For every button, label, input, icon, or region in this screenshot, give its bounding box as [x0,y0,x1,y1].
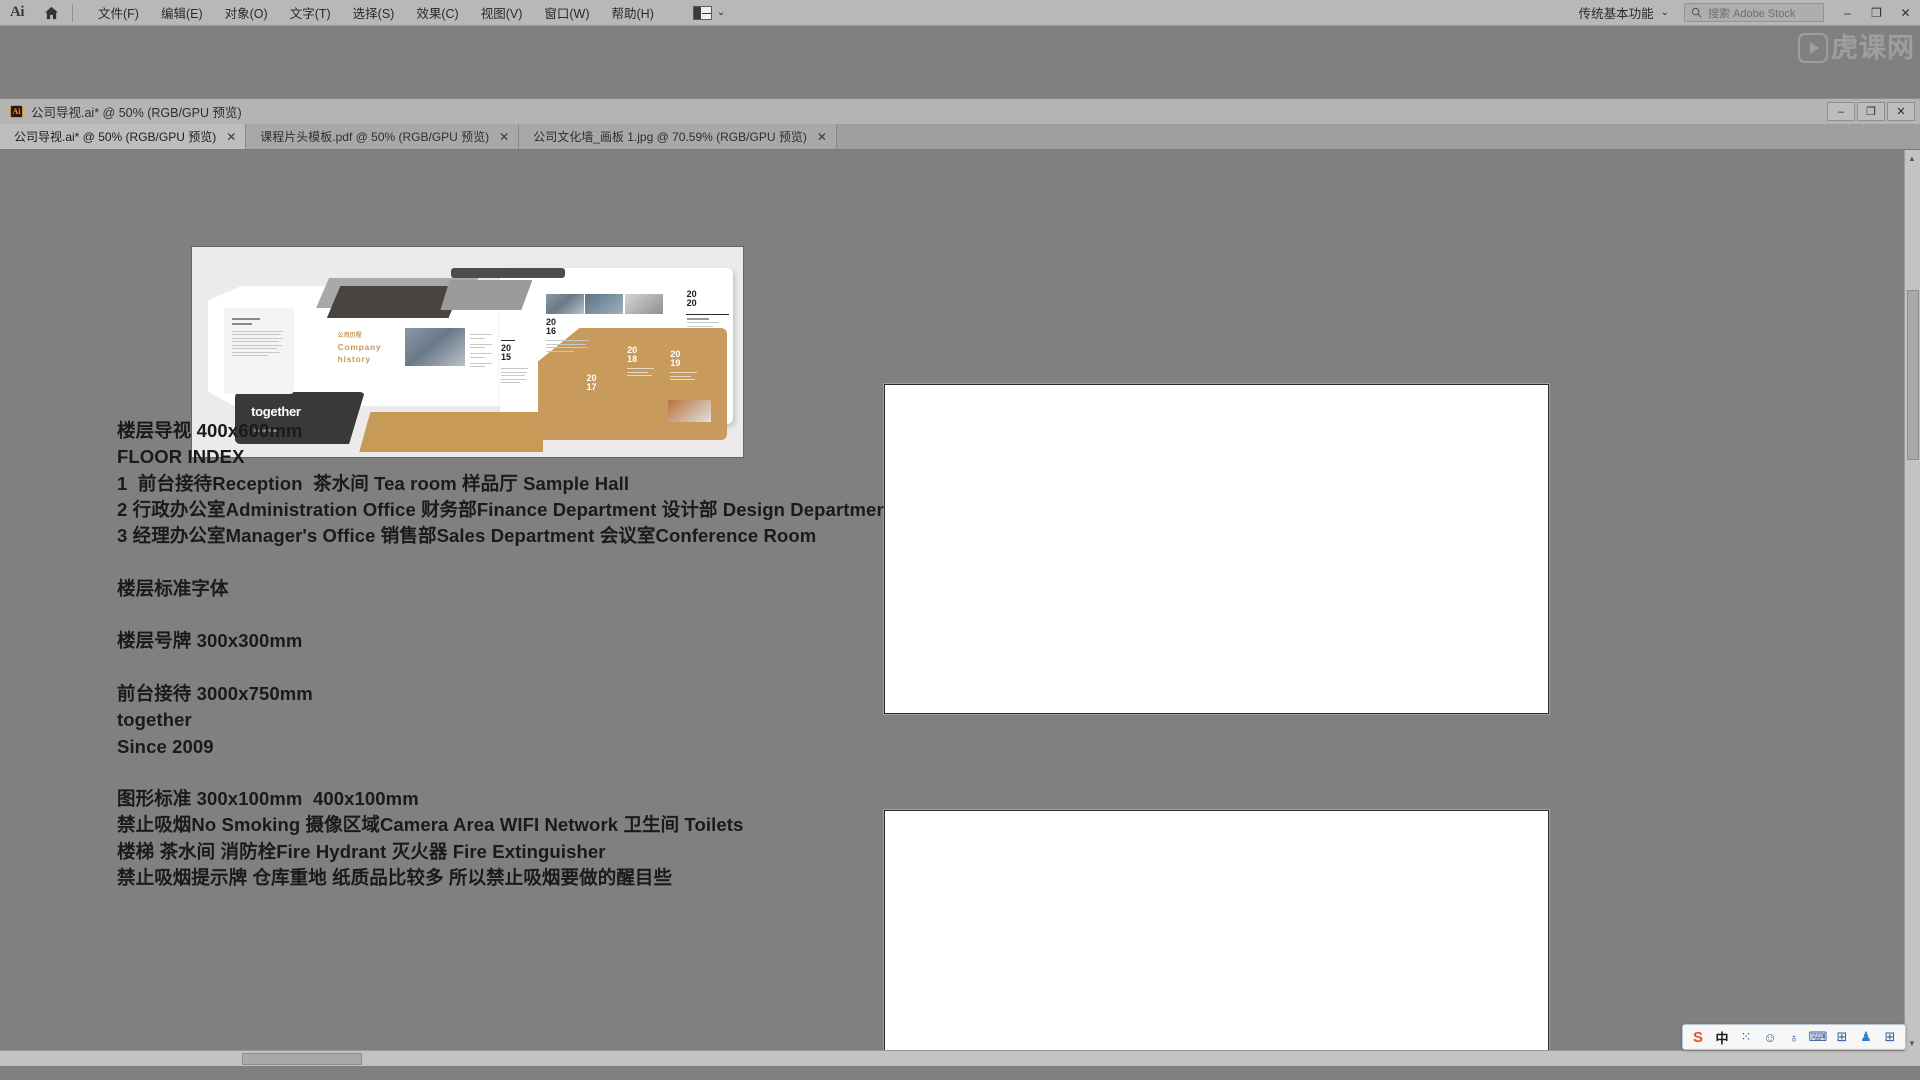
document-restore-button[interactable]: ❐ [1857,102,1885,121]
artboard-2[interactable] [884,810,1549,1066]
app-window-controls: – ❐ ✕ [1833,0,1920,25]
menubar-divider [72,3,73,22]
artwork-dark-band [326,286,463,318]
artboard-1[interactable] [884,384,1549,714]
arrange-documents-icon [692,5,712,20]
artwork-year-2016: 20 16 [545,317,556,336]
document-tab-kechengpiantou[interactable]: 课程片头模板.pdf @ 50% (RGB/GPU 预览) ✕ [246,124,520,149]
close-icon[interactable]: ✕ [817,130,827,144]
tab-label: 公司文化墙_画板 1.jpg @ 70.59% (RGB/GPU 预览) [533,130,807,144]
artwork-year-2017: 20 17 [586,373,597,392]
artwork-title-en-1: Company [337,341,382,352]
tab-label: 课程片头模板.pdf @ 50% (RGB/GPU 预览) [260,130,490,144]
menu-select[interactable]: 选择(S) [342,0,406,26]
vertical-scroll-thumb[interactable] [1907,290,1919,460]
workspace-switcher[interactable]: 传统基本功能 ⌄ [1571,3,1677,22]
scrollbar-corner [1904,1050,1920,1066]
artwork-2016-lines [545,340,590,354]
document-tab-gongsiwenhuaqiang[interactable]: 公司文化墙_画板 1.jpg @ 70.59% (RGB/GPU 预览) ✕ [519,124,837,149]
play-triangle-icon [1810,42,1819,54]
artwork-title-cn: 公司历程 [337,333,362,339]
artwork-dark-bar [451,268,565,278]
document-window-controls: – ❐ ✕ [1826,102,1920,121]
illustrator-logo: Ai [10,4,25,20]
watermark-text: 虎课网 [1831,32,1915,63]
artwork-year-2015: 20 15 [501,343,512,362]
menu-object[interactable]: 对象(O) [214,0,279,26]
arrange-documents-button[interactable]: ⌄ [687,4,731,22]
menu-window[interactable]: 窗口(W) [533,0,600,26]
horizontal-scrollbar[interactable] [0,1050,1904,1066]
menu-list: 文件(F) 编辑(E) 对象(O) 文字(T) 选择(S) 效果(C) 视图(V… [87,0,665,26]
skin-icon[interactable]: ♟ [1855,1026,1877,1048]
artwork-card-lines [232,318,284,359]
artwork-text-card [224,308,295,394]
soft-keyboard-icon[interactable]: ⌨ [1807,1026,1829,1048]
canvas-text-block[interactable]: 楼层导视 400x600mm FLOOR INDEX 1 前台接待Recepti… [117,418,894,891]
scroll-up-arrow-icon[interactable]: ▲ [1905,151,1919,165]
watermark: 虎课网 [1798,33,1915,63]
chevron-down-icon: ⌄ [1660,7,1669,18]
application-menubar: Ai 文件(F) 编辑(E) 对象(O) 文字(T) 选择(S) 效果(C) 视… [0,0,1920,26]
workspace-label: 传统基本功能 [1578,7,1654,21]
canvas-area[interactable]: together Since 2006 公司历程 Company history [0,150,1920,1066]
artwork-2019-lines [670,372,698,383]
more-icon[interactable]: ⊞ [1879,1026,1901,1048]
artwork-side-lines [470,334,492,370]
document-window-title: 公司导视.ai* @ 50% (RGB/GPU 预览) [31,106,242,120]
document-window-titlebar: Ai 公司导视.ai* @ 50% (RGB/GPU 预览) – ❐ ✕ [0,98,1920,124]
home-icon[interactable] [34,0,68,26]
artwork-photo-handshake [405,328,465,366]
artwork-title-group: 公司历程 Company history [338,332,382,365]
punctuation-icon[interactable]: ⁙ [1735,1026,1757,1048]
menu-type[interactable]: 文字(T) [279,0,342,26]
document-tab-gongsidaoshi[interactable]: 公司导视.ai* @ 50% (RGB/GPU 预览) ✕ [0,124,247,149]
menubar-right-cluster: 传统基本功能 ⌄ 搜索 Adobe Stock – ❐ ✕ [1571,0,1920,26]
artwork-2015-lines [501,368,529,386]
stock-search-placeholder: 搜索 Adobe Stock [1708,7,1796,20]
stock-search-box[interactable]: 搜索 Adobe Stock [1684,3,1824,22]
vertical-scrollbar[interactable]: ▲ ▼ [1904,150,1920,1051]
play-badge-icon [1798,33,1828,63]
horizontal-scroll-thumb[interactable] [242,1053,362,1065]
search-icon [1691,7,1702,18]
chevron-down-icon: ⌄ [716,7,726,18]
close-icon[interactable]: ✕ [499,130,509,144]
tab-label: 公司导视.ai* @ 50% (RGB/GPU 预览) [14,130,217,144]
artwork-2020-lines [686,318,720,329]
artwork-photo-2 [585,294,624,314]
artwork-gray-band-2 [440,280,533,310]
emoji-icon[interactable]: ☺ [1759,1026,1781,1048]
toolbox-icon[interactable]: ⊞ [1831,1026,1853,1048]
sogou-logo-icon[interactable]: S [1687,1026,1709,1048]
menu-help[interactable]: 帮助(H) [601,0,665,26]
document-tab-bar: 公司导视.ai* @ 50% (RGB/GPU 预览) ✕ 课程片头模板.pdf… [0,124,1920,150]
artwork-together-text: together [251,404,301,419]
document-close-button[interactable]: ✕ [1887,102,1915,121]
scroll-down-arrow-icon[interactable]: ▼ [1905,1036,1919,1050]
artwork-year-2019: 20 19 [670,349,681,368]
app-minimize-button[interactable]: – [1833,0,1862,25]
menu-effect[interactable]: 效果(C) [405,0,469,26]
close-icon[interactable]: ✕ [226,130,236,144]
menu-view[interactable]: 视图(V) [470,0,534,26]
app-close-button[interactable]: ✕ [1891,0,1920,25]
artwork-2018-lines [627,368,655,379]
app-maximize-button[interactable]: ❐ [1862,0,1891,25]
artwork-title-en-2: history [337,354,371,364]
menu-edit[interactable]: 编辑(E) [150,0,214,26]
menu-file[interactable]: 文件(F) [87,0,150,26]
sogou-ime-toolbar[interactable]: S 中 ⁙ ☺ ♁ ⌨ ⊞ ♟ ⊞ [1682,1024,1906,1050]
artwork-photo-1 [545,294,584,314]
ai-file-icon: Ai [10,105,23,118]
language-mode-icon[interactable]: 中 [1711,1026,1733,1048]
voice-input-icon[interactable]: ♁ [1783,1026,1805,1048]
artwork-photo-3 [624,294,663,314]
artwork-year-2018: 20 18 [627,345,638,364]
document-minimize-button[interactable]: – [1827,102,1855,121]
artwork-year-2020: 20 20 [686,289,697,308]
